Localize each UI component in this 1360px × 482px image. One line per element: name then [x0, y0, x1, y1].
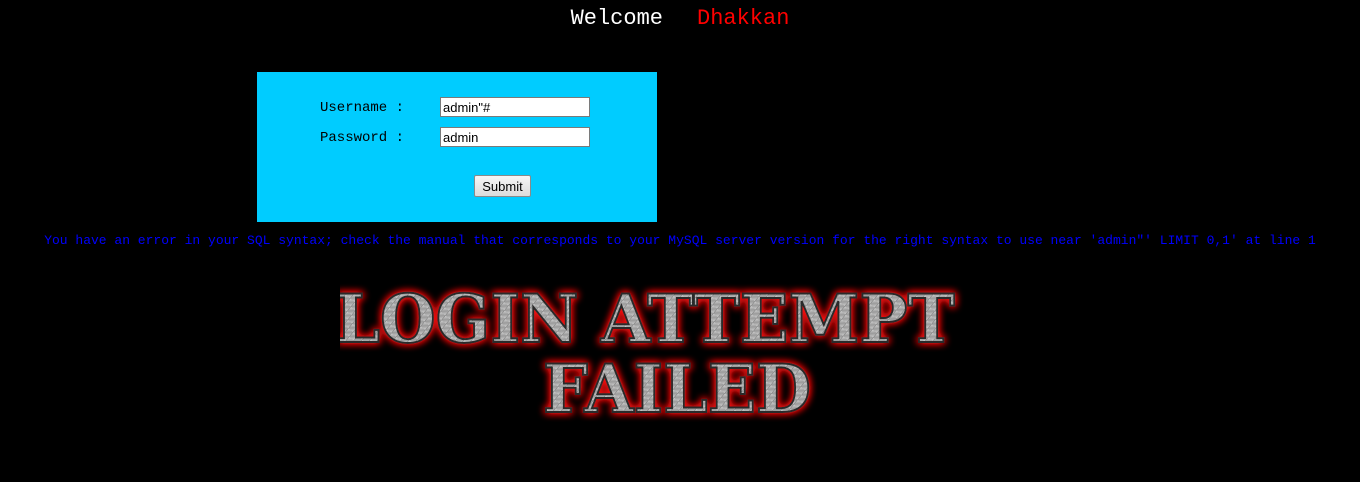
username-label: Username : [320, 100, 405, 116]
banner-line2: FAILED [543, 350, 811, 422]
sql-error-message: You have an error in your SQL syntax; ch… [44, 233, 1316, 248]
welcome-header: Welcome Dhakkan [0, 4, 1360, 34]
password-label: Password : [320, 130, 405, 146]
username-row: Username : [320, 97, 590, 119]
submit-button[interactable]: Submit [474, 175, 531, 197]
username-input[interactable] [440, 97, 590, 117]
welcome-text: Welcome [570, 6, 663, 31]
password-input[interactable] [440, 127, 590, 147]
login-failed-banner: LOGIN ATTEMPT FAILED [340, 282, 956, 422]
user-name: Dhakkan [697, 6, 790, 31]
password-row: Password : [320, 127, 590, 149]
banner-line1: LOGIN ATTEMPT [340, 282, 955, 358]
login-form: Username : Password : Submit [257, 72, 657, 222]
